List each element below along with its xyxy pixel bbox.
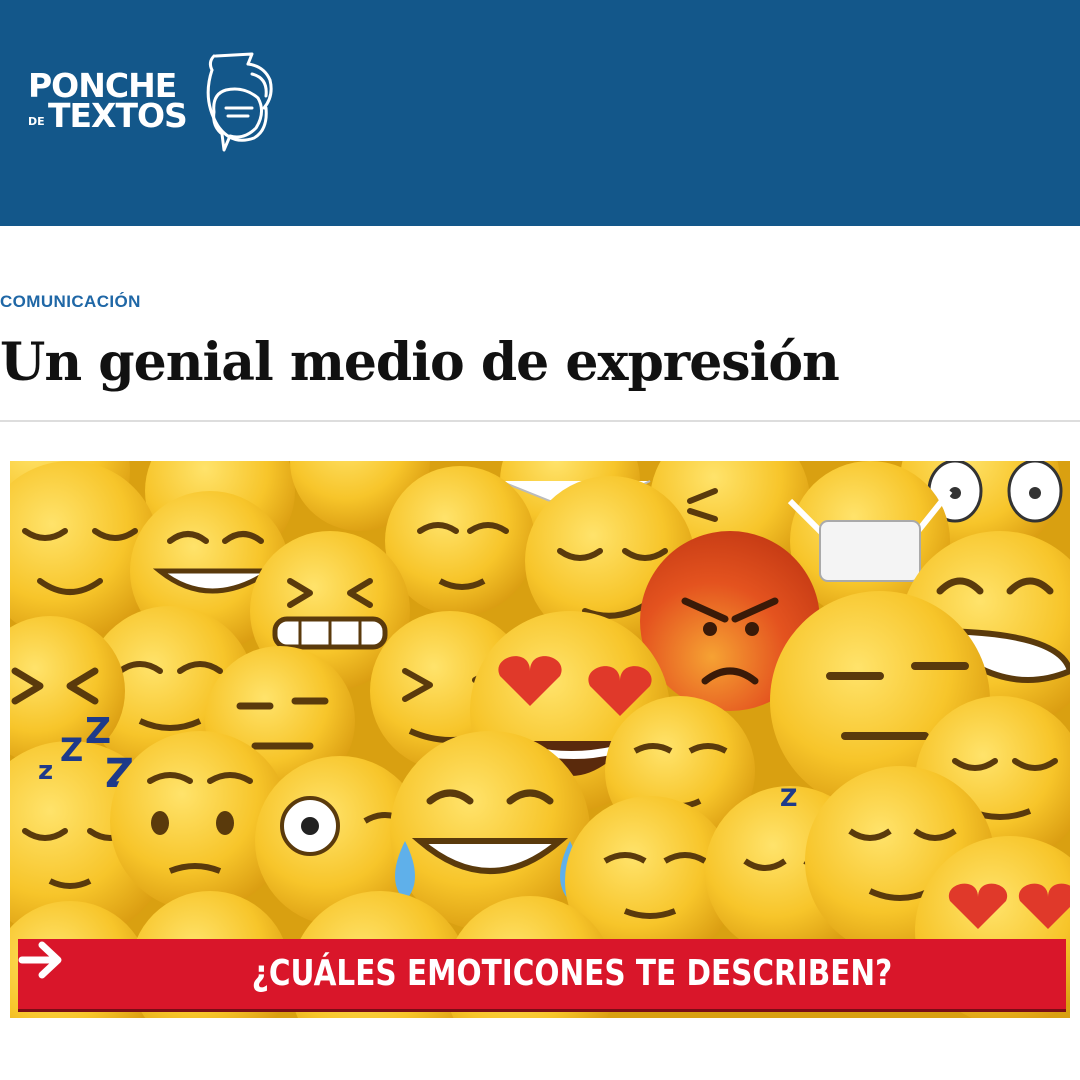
arrow-right-icon: [18, 941, 62, 979]
article-category-link[interactable]: COMUNICACIÓN: [0, 292, 141, 312]
site-logo[interactable]: PONCHE DE TEXTOS: [26, 50, 286, 160]
svg-text:Z: Z: [780, 784, 797, 812]
logo-textos-text: TEXTOS: [48, 96, 188, 135]
article-title: Un genial medio de expresión: [0, 332, 840, 393]
svg-text:Z: Z: [60, 731, 83, 769]
logo-de-text: DE: [28, 115, 45, 128]
title-divider: [0, 420, 1080, 422]
site-header: PONCHE DE TEXTOS: [0, 0, 1080, 226]
hero-image-link[interactable]: z Z Z Z Z ¿CUÁLES EMOTICONES TE DESCRIBE…: [10, 461, 1070, 1018]
hero-banner[interactable]: ¿CUÁLES EMOTICONES TE DESCRIBEN?: [18, 939, 1066, 1009]
svg-text:Z: Z: [85, 711, 111, 752]
hero-banner-text: ¿CUÁLES EMOTICONES TE DESCRIBEN?: [251, 953, 893, 994]
emoji-collage-image: z Z Z Z Z: [10, 461, 1070, 1018]
pitcher-speech-bubble-icon: [206, 52, 273, 152]
svg-text:z: z: [38, 756, 53, 786]
